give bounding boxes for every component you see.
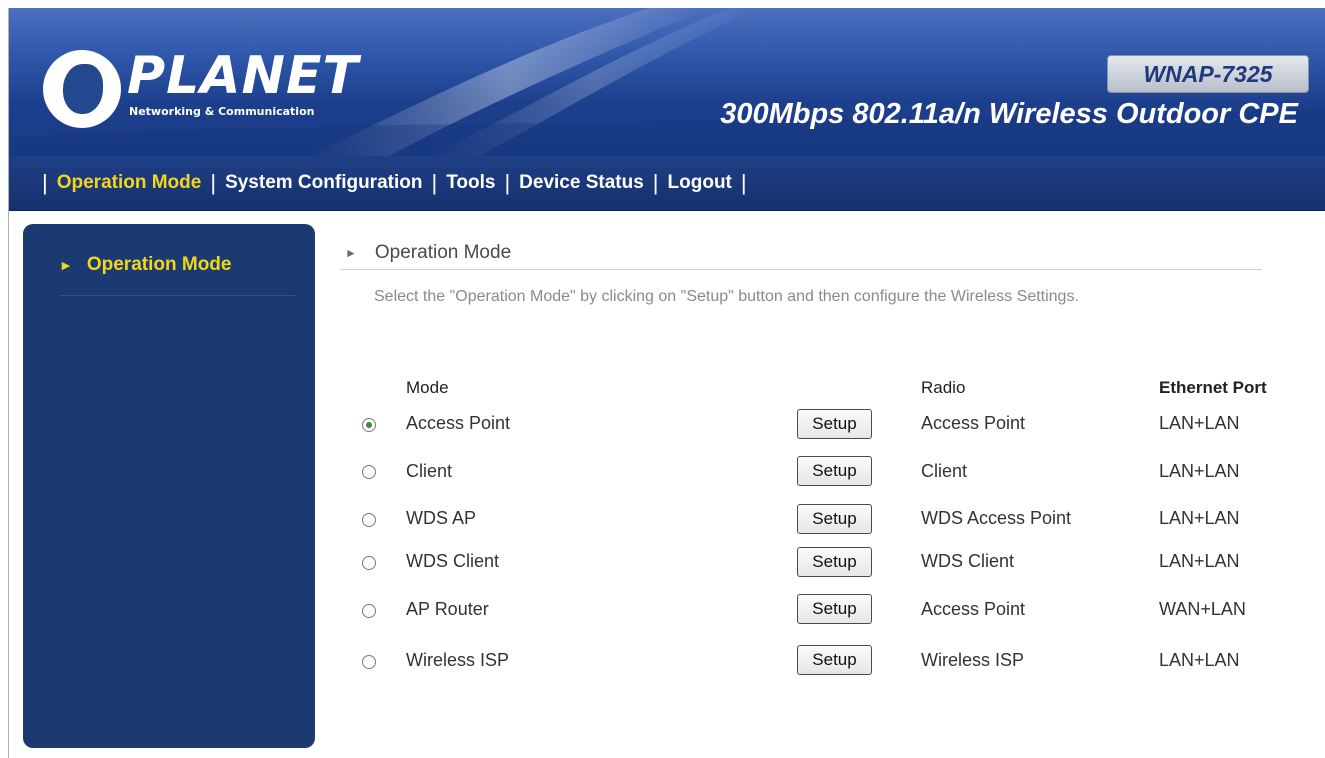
mode-radio-wds-client[interactable] [362, 556, 376, 570]
sidebar-item-operation-mode[interactable]: ► Operation Mode [59, 254, 231, 276]
section-divider [340, 269, 1262, 270]
mode-radio-wds-ap[interactable] [362, 513, 376, 527]
nav-item-operation-mode[interactable]: Operation Mode [57, 172, 202, 194]
mode-radio-client[interactable] [362, 465, 376, 479]
setup-button-access-point[interactable]: Setup [797, 409, 872, 439]
mode-label: Client [406, 461, 453, 481]
main-nav: | Operation Mode | System Configuration … [9, 156, 1325, 211]
section-description: Select the "Operation Mode" by clicking … [374, 288, 1079, 305]
ethernet-port-label: LAN+LAN [1159, 650, 1240, 670]
nav-separator: | [42, 170, 48, 195]
ethernet-port-label: WAN+LAN [1159, 599, 1246, 619]
table-row: Wireless ISP Setup Wireless ISP LAN+LAN [0, 645, 1325, 675]
triangle-right-icon: ► [59, 257, 73, 273]
sidebar-item-label: Operation Mode [86, 254, 232, 275]
nav-item-logout[interactable]: Logout [668, 172, 732, 194]
ethernet-port-label: LAN+LAN [1159, 461, 1240, 481]
nav-item-device-status[interactable]: Device Status [519, 172, 644, 194]
logo-subtitle: Networking & Communication [129, 105, 315, 118]
triangle-right-icon: ► [345, 246, 357, 260]
nav-separator: | [431, 170, 438, 195]
ethernet-port-label: LAN+LAN [1159, 551, 1240, 571]
section-header: ► Operation Mode [345, 242, 511, 264]
setup-button-wireless-isp[interactable]: Setup [797, 645, 872, 675]
ethernet-port-label: LAN+LAN [1159, 413, 1240, 433]
radio-label: Client [921, 461, 968, 481]
logo-text: PLANET [127, 46, 360, 106]
section-title: Operation Mode [374, 242, 512, 263]
nav-separator: | [652, 170, 659, 195]
nav-item-system-configuration[interactable]: System Configuration [225, 172, 422, 194]
table-row: WDS AP Setup WDS Access Point LAN+LAN [0, 504, 1325, 534]
radio-label: WDS Client [921, 551, 1015, 571]
mode-radio-ap-router[interactable] [362, 604, 376, 618]
mode-label: WDS AP [406, 508, 477, 528]
product-title: 300Mbps 802.11a/n Wireless Outdoor CPE [720, 98, 1298, 130]
column-header-radio: Radio [921, 378, 966, 397]
mode-label: Wireless ISP [406, 650, 510, 670]
mode-radio-access-point[interactable] [362, 418, 376, 432]
model-badge: WNAP-7325 [1107, 55, 1309, 93]
nav-separator: | [740, 170, 747, 195]
mode-label: WDS Client [406, 551, 500, 571]
radio-label: Wireless ISP [921, 650, 1025, 670]
setup-button-wds-ap[interactable]: Setup [797, 504, 872, 534]
column-header-mode: Mode [406, 378, 449, 397]
setup-button-client[interactable]: Setup [797, 456, 872, 486]
table-row: AP Router Setup Access Point WAN+LAN [0, 594, 1325, 624]
nav-item-tools[interactable]: Tools [446, 172, 495, 194]
radio-label: Access Point [921, 599, 1026, 619]
nav-separator: | [210, 170, 217, 195]
setup-button-wds-client[interactable]: Setup [797, 547, 872, 577]
table-row: Access Point Setup Access Point LAN+LAN [0, 409, 1325, 439]
table-row: Client Setup Client LAN+LAN [0, 456, 1325, 486]
header-banner: PLANET Networking & Communication WNAP-7… [9, 8, 1325, 156]
radio-label: Access Point [921, 413, 1026, 433]
mode-label: AP Router [406, 599, 489, 619]
mode-radio-wireless-isp[interactable] [362, 655, 376, 669]
nav-separator: | [504, 170, 511, 195]
sidebar-divider [59, 295, 295, 296]
radio-label: WDS Access Point [921, 508, 1072, 528]
setup-button-ap-router[interactable]: Setup [797, 594, 872, 624]
mode-label: Access Point [406, 413, 511, 433]
column-header-ethernet-port: Ethernet Port [1159, 378, 1267, 397]
table-row: WDS Client Setup WDS Client LAN+LAN [0, 547, 1325, 577]
ethernet-port-label: LAN+LAN [1159, 508, 1240, 528]
planet-logo-icon [43, 50, 121, 128]
planet-logo: PLANET Networking & Communication [43, 46, 358, 130]
